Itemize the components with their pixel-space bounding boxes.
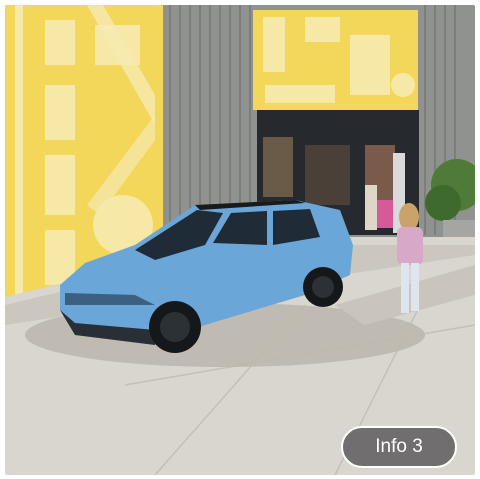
photo-card: Info 3 (5, 5, 475, 475)
info-button[interactable]: Info 3 (341, 426, 457, 468)
car-scene-image (5, 5, 475, 475)
